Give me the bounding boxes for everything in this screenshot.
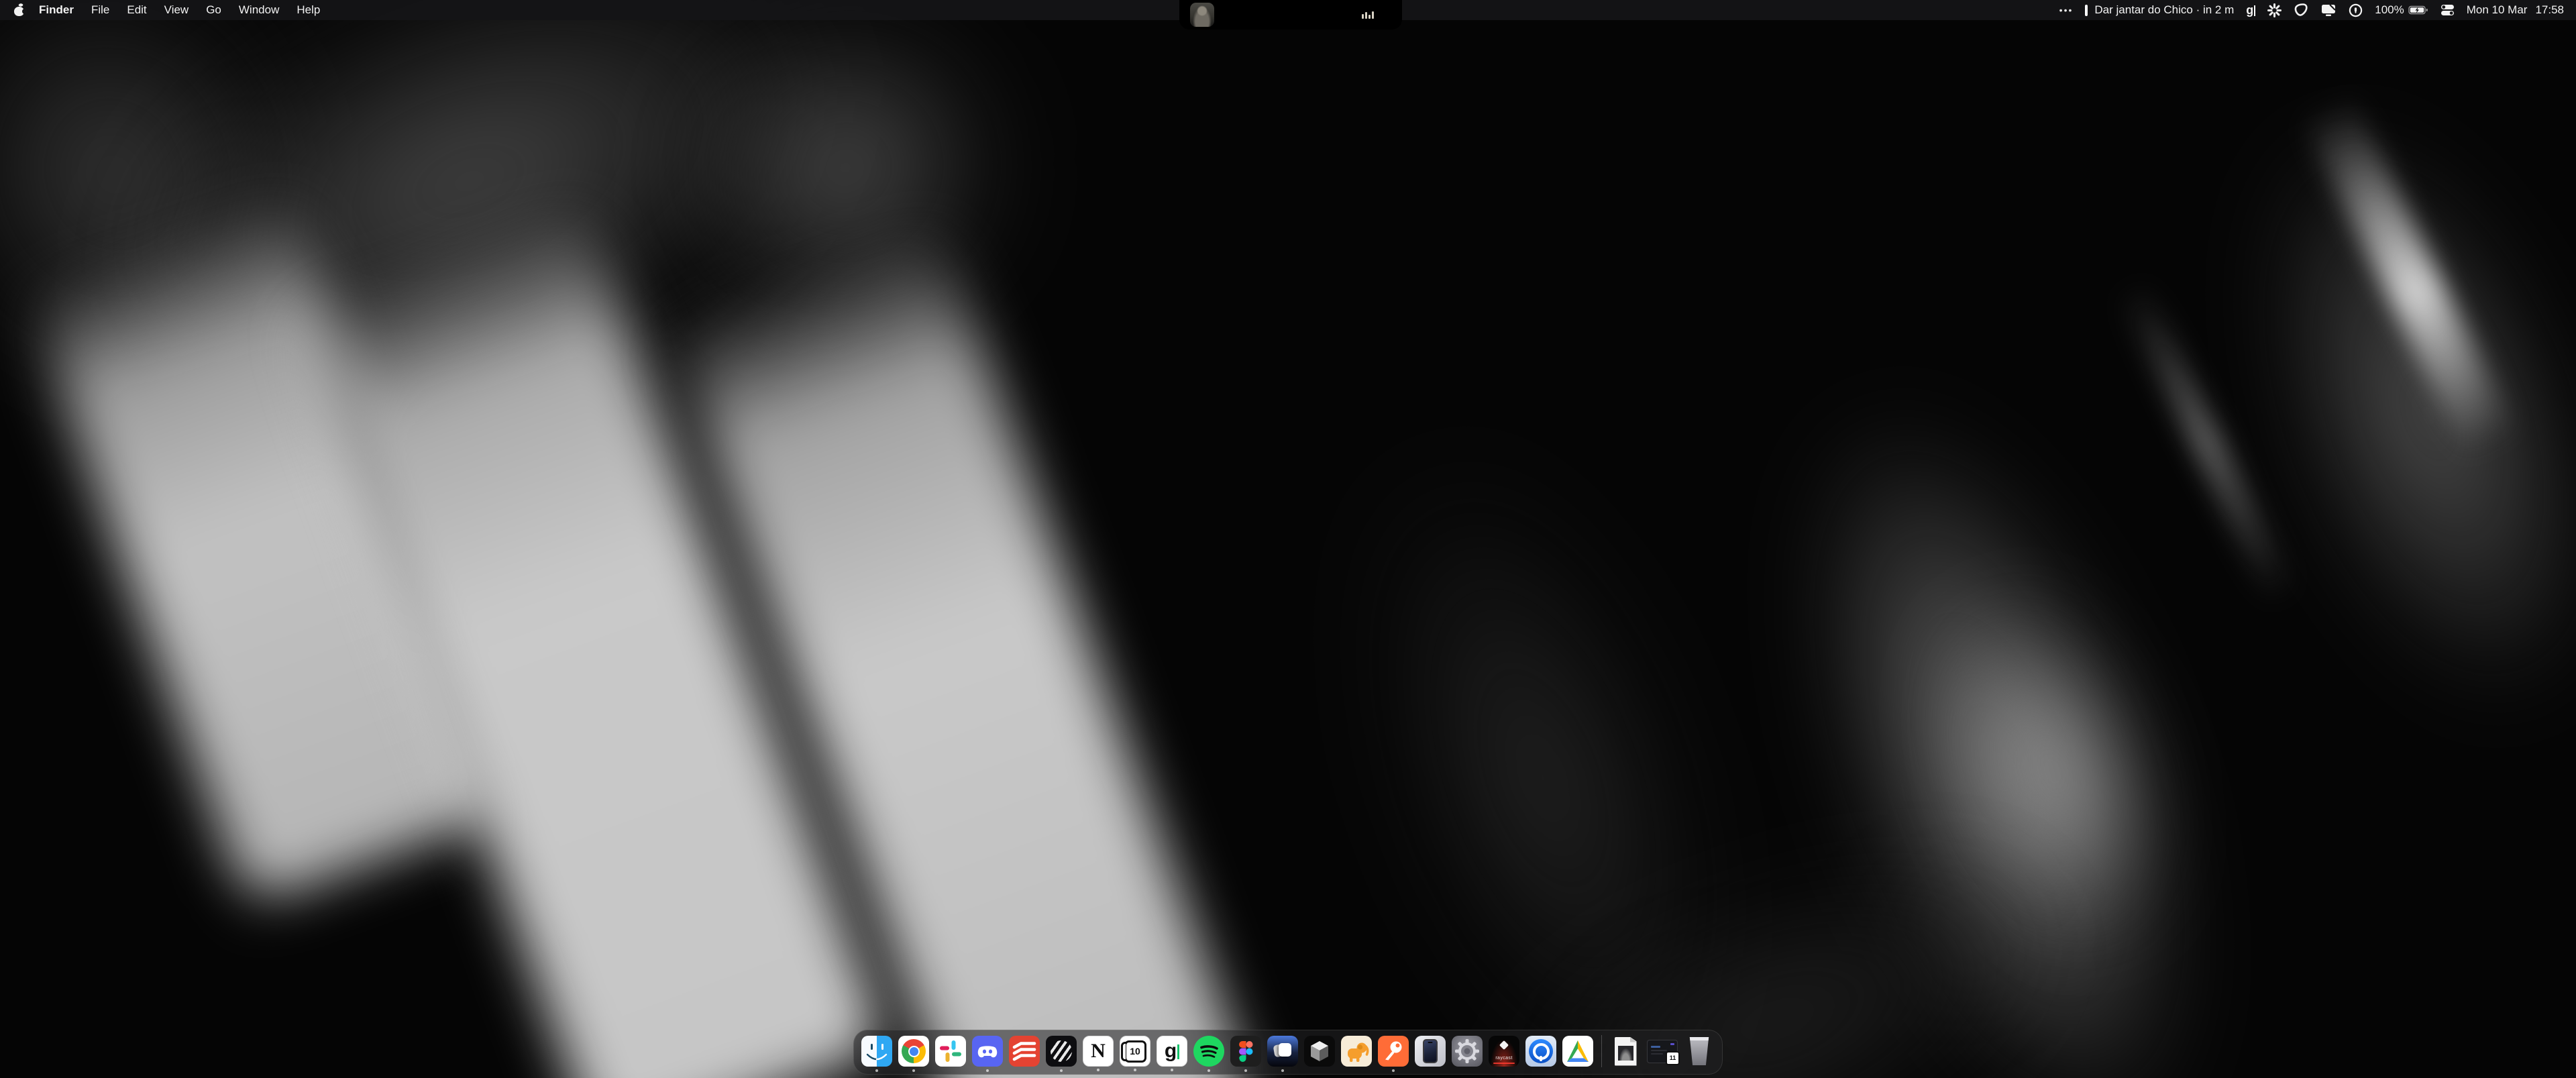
menu-view[interactable]: View (156, 3, 198, 17)
clock-date: Mon 10 Mar (2467, 3, 2528, 17)
dock-item-notion[interactable]: N (1083, 1036, 1114, 1067)
onepassword-menubar-icon[interactable] (2349, 3, 2363, 17)
dock-item-system-settings[interactable] (1452, 1036, 1483, 1067)
linear-striped-sphere-icon (1051, 1040, 1072, 1062)
dock-item-slack[interactable] (935, 1036, 966, 1067)
dock-item-figma[interactable] (1230, 1036, 1261, 1067)
dock-item-document-file[interactable] (1610, 1036, 1641, 1067)
dock-item-trash[interactable] (1684, 1036, 1715, 1067)
grammarly-menubar-icon[interactable]: g (2246, 4, 2255, 16)
notion-calendar-icon: 10 (1124, 1040, 1146, 1063)
finder-face-icon (861, 1036, 892, 1067)
dock-item-todoist[interactable] (1009, 1036, 1040, 1067)
notch-media-widget[interactable] (1179, 0, 1402, 30)
chrome-icon (902, 1039, 926, 1063)
dock-item-linear[interactable] (1046, 1036, 1077, 1067)
dock-item-iphone-mirroring[interactable] (1415, 1036, 1446, 1067)
minimized-window-thumbnail: 11 (1647, 1040, 1678, 1063)
control-center-icon[interactable] (2440, 4, 2455, 16)
menu-go[interactable]: Go (197, 3, 230, 17)
dock-item-postman[interactable] (1378, 1036, 1409, 1067)
dock-item-google-drive[interactable] (1562, 1036, 1593, 1067)
menu-bar-left: Finder File Edit View Go Window Help (12, 3, 329, 17)
menu-window[interactable]: Window (230, 3, 288, 17)
menu-help[interactable]: Help (288, 3, 329, 17)
dock-item-discord[interactable] (972, 1036, 1003, 1067)
battery-charging-icon (2408, 5, 2428, 15)
dock-item-spotify[interactable] (1193, 1036, 1224, 1067)
clock-time: 17:58 (2535, 3, 2564, 17)
menu-edit[interactable]: Edit (118, 3, 155, 17)
menubar-event-text[interactable]: Dar jantar do Chico · in 2 m (2094, 3, 2234, 17)
dock-item-cube-app[interactable] (1304, 1036, 1335, 1067)
album-art-thumbnail (1190, 3, 1214, 27)
event-indicator-bar (2085, 5, 2088, 16)
trash-icon (1688, 1037, 1711, 1065)
overflow-dots-icon[interactable]: ••• (2059, 5, 2074, 15)
dock-item-window-app[interactable] (1267, 1036, 1298, 1067)
menubar-clock[interactable]: Mon 10 Mar 17:58 (2467, 3, 2564, 17)
battery-status[interactable]: 100% (2375, 3, 2428, 17)
window-front-shape (1279, 1043, 1291, 1057)
audio-visualizer-icon (1362, 11, 1374, 19)
onepassword-icon (1529, 1039, 1553, 1063)
todoist-icon (1009, 1036, 1040, 1067)
dock: N 10 g (853, 1030, 1723, 1075)
dock-divider (1601, 1035, 1602, 1067)
notion-icon: N (1091, 1040, 1106, 1063)
figma-icon (1239, 1041, 1253, 1062)
menu-file[interactable]: File (83, 3, 118, 17)
iphone-icon (1423, 1039, 1438, 1063)
app-menu-finder[interactable]: Finder (30, 3, 83, 17)
dock-item-chrome[interactable] (898, 1036, 929, 1067)
slack-icon (937, 1038, 964, 1065)
dock-item-notion-calendar[interactable]: 10 (1120, 1036, 1150, 1067)
gear-icon (1454, 1038, 1481, 1065)
sunburst-menubar-icon[interactable] (2267, 3, 2282, 17)
google-drive-icon (1562, 1036, 1593, 1067)
discord-icon (975, 1038, 1000, 1064)
plectrum-menubar-icon[interactable] (2294, 3, 2308, 17)
document-icon (1615, 1037, 1637, 1066)
desktop-wallpaper (0, 0, 2576, 1078)
display-mirroring-menubar-icon[interactable] (2320, 3, 2337, 17)
dock-item-raycast[interactable]: raycast (1489, 1036, 1519, 1067)
apple-menu-icon[interactable] (13, 3, 25, 17)
elephant-icon (1341, 1036, 1372, 1067)
dock-item-elephant-app[interactable] (1341, 1036, 1372, 1067)
postman-icon (1378, 1036, 1409, 1067)
menu-bar-status: ••• Dar jantar do Chico · in 2 m g (2059, 3, 2564, 17)
dock-item-1password[interactable] (1525, 1036, 1556, 1067)
macos-desktop: Finder File Edit View Go Window Help •••… (0, 0, 2576, 1078)
dock-item-finder[interactable] (861, 1036, 892, 1067)
notion-calendar-badge: 11 (1666, 1051, 1680, 1065)
grammarly-icon: g (1165, 1041, 1179, 1061)
battery-percent: 100% (2375, 3, 2404, 17)
raycast-label: raycast (1489, 1056, 1519, 1061)
spotify-icon (1193, 1036, 1224, 1067)
raycast-underline (1493, 1063, 1515, 1064)
cube-3d-icon (1304, 1036, 1335, 1067)
dock-item-minimized-window[interactable]: 11 (1647, 1036, 1678, 1067)
dock-item-grammarly[interactable]: g (1157, 1036, 1187, 1067)
